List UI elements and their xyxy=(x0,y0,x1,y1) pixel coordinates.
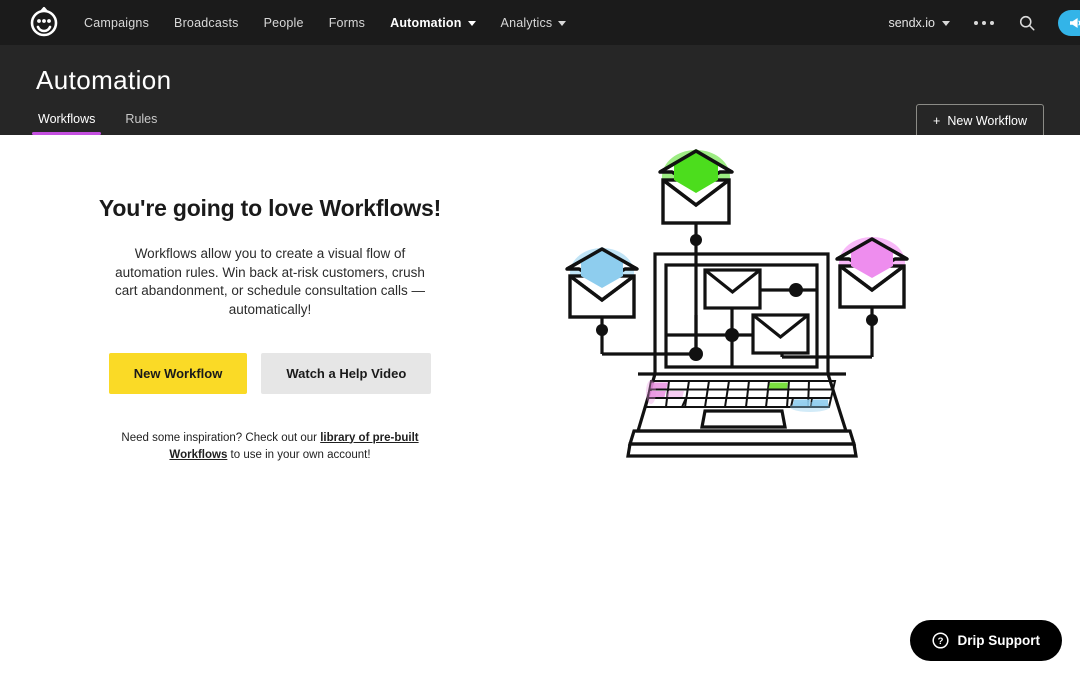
main-content: You're going to love Workflows! Workflow… xyxy=(0,135,1080,675)
screen-envelope-1 xyxy=(703,268,762,310)
dot xyxy=(990,20,994,25)
hero-title: You're going to love Workflows! xyxy=(98,195,442,221)
nav-label: Forms xyxy=(328,15,366,30)
connector-dot xyxy=(689,347,703,361)
megaphone-icon xyxy=(1070,17,1080,28)
nav-label: Campaigns xyxy=(84,15,150,30)
inspiration-text: Need some inspiration? Check out our lib… xyxy=(98,430,443,466)
envelope-top-green xyxy=(658,149,734,225)
hero-description: Workflows allow you to create a visual f… xyxy=(115,246,425,317)
page-tabs: Workflows Rules xyxy=(31,106,159,135)
nav-label: Analytics xyxy=(500,15,553,30)
nav-label: People xyxy=(263,15,304,30)
chevron-down-icon xyxy=(942,21,950,26)
svg-text:?: ? xyxy=(937,636,943,647)
nav-item-broadcasts[interactable]: Broadcasts xyxy=(174,16,239,30)
workflow-laptop-envelopes-illustration xyxy=(565,149,909,458)
more-menu-icon[interactable] xyxy=(972,15,996,31)
connector-dot xyxy=(690,234,702,246)
hero-text-column: You're going to love Workflows! Workflow… xyxy=(0,135,540,675)
account-name: sendx.io xyxy=(888,15,935,30)
button-label: New Workflow xyxy=(947,114,1027,128)
nav-right-group: sendx.io xyxy=(888,9,1080,36)
connector-dot xyxy=(866,314,878,326)
connector-dot xyxy=(596,324,608,336)
nav-label: Automation xyxy=(390,15,462,30)
chevron-down-icon xyxy=(558,21,567,26)
tab-rules[interactable]: Rules xyxy=(123,106,159,135)
nav-item-forms[interactable]: Forms xyxy=(329,16,365,30)
tab-label: Rules xyxy=(125,112,158,126)
drip-support-button[interactable]: ? Drip Support xyxy=(909,620,1062,661)
account-switcher[interactable]: sendx.io xyxy=(888,16,950,30)
nav-item-analytics[interactable]: Analytics xyxy=(501,16,567,30)
page-title: Automation xyxy=(36,65,172,95)
illustration-column xyxy=(540,135,1080,675)
nav-item-campaigns[interactable]: Campaigns xyxy=(84,16,149,30)
page-header: Automation Workflows Rules + New Workflo… xyxy=(0,45,1080,138)
support-label: Drip Support xyxy=(957,633,1041,648)
inspiration-suffix: to use in your own account! xyxy=(227,449,371,462)
connector-dot xyxy=(725,328,739,342)
drip-smiley-logo[interactable] xyxy=(28,6,60,40)
envelope-right-pink xyxy=(835,237,909,309)
search-icon[interactable] xyxy=(1018,14,1036,32)
chevron-down-icon xyxy=(467,21,476,26)
dot xyxy=(974,20,978,25)
inspiration-prefix: Need some inspiration? Check out our xyxy=(121,431,321,444)
tab-label: Workflows xyxy=(38,112,96,126)
watch-help-video-button[interactable]: Watch a Help Video xyxy=(261,352,432,394)
nav-item-automation[interactable]: Automation xyxy=(390,15,476,30)
envelope-left-blue xyxy=(565,247,639,319)
tab-workflows[interactable]: Workflows xyxy=(31,106,102,135)
announcements-button[interactable] xyxy=(1058,9,1080,36)
top-navbar: Campaigns Broadcasts People Forms Automa… xyxy=(0,0,1080,45)
question-circle-icon: ? xyxy=(931,632,949,649)
primary-nav-links: Campaigns Broadcasts People Forms Automa… xyxy=(84,15,567,30)
hero-button-row: New Workflow Watch a Help Video xyxy=(108,352,432,394)
screen-envelope-2 xyxy=(751,313,810,355)
plus-icon: + xyxy=(933,114,941,128)
dot xyxy=(982,20,986,25)
new-workflow-header-button[interactable]: + New Workflow xyxy=(916,104,1044,138)
connector-dot xyxy=(789,283,803,297)
nav-label: Broadcasts xyxy=(174,15,239,30)
new-workflow-button[interactable]: New Workflow xyxy=(108,352,248,394)
nav-item-people[interactable]: People xyxy=(264,16,304,30)
